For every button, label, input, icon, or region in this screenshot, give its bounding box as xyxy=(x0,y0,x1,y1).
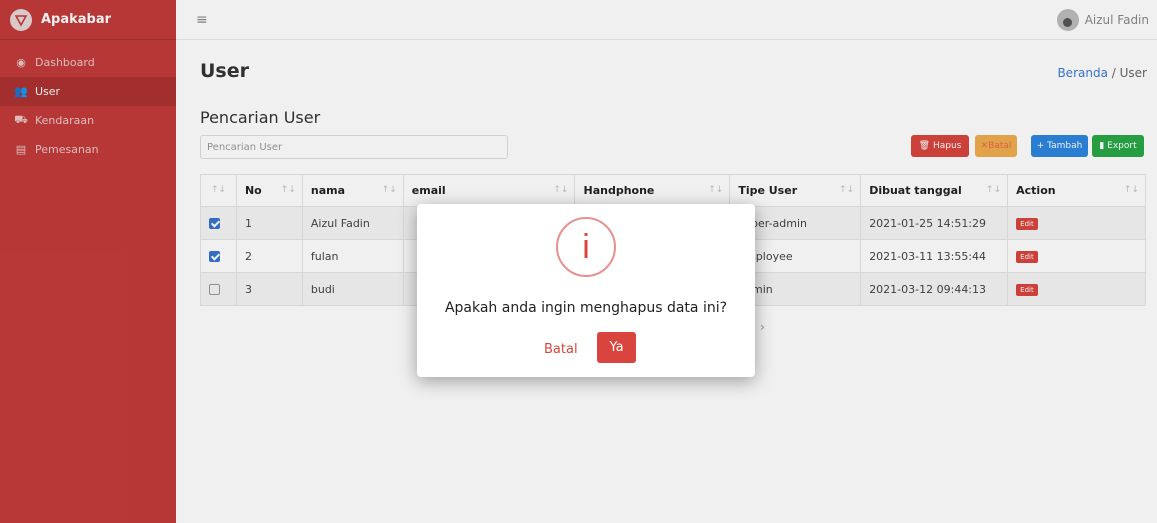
dialog-cancel-button[interactable]: Batal xyxy=(544,342,578,357)
dialog-message: Apakah anda ingin menghapus data ini? xyxy=(444,300,728,316)
dialog-confirm-button[interactable]: Ya xyxy=(597,332,636,363)
info-icon: i xyxy=(556,217,616,277)
confirm-delete-dialog: i Apakah anda ingin menghapus data ini? … xyxy=(417,204,755,377)
